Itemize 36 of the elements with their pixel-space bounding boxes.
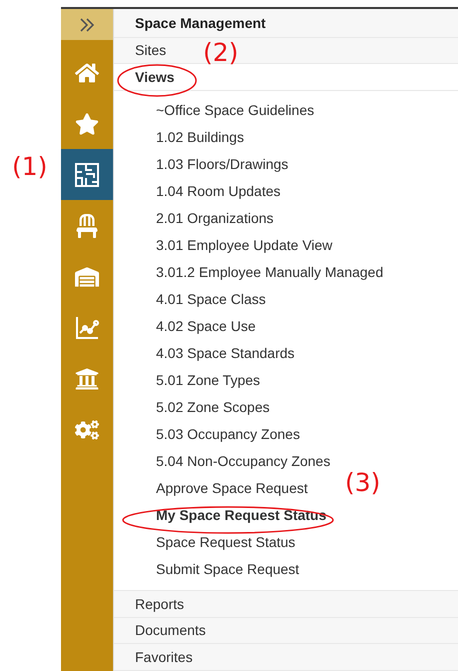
menu-item[interactable]: 1.04 Room Updates: [156, 178, 281, 205]
menu-item[interactable]: 5.02 Zone Scopes: [156, 394, 270, 421]
menu-section[interactable]: Reports: [114, 590, 458, 618]
menu-item[interactable]: 5.03 Occupancy Zones: [156, 420, 300, 448]
floor-plan-icon: [74, 162, 100, 188]
home-icon: [75, 60, 99, 84]
warehouse-icon: [75, 264, 99, 288]
chair-icon: [75, 214, 99, 238]
menu-item[interactable]: 4.01 Space Class: [156, 286, 266, 313]
menu-item[interactable]: 1.02 Buildings: [156, 124, 244, 151]
menu-item[interactable]: 3.01 Employee Update View: [156, 232, 332, 259]
menu-item[interactable]: My Space Request Status: [156, 502, 326, 529]
star-icon: [75, 112, 99, 136]
expand-button[interactable]: [61, 9, 113, 40]
menu-item[interactable]: 5.04 Non-Occupancy Zones: [156, 448, 330, 475]
gears-icon: [75, 418, 99, 442]
menu-section[interactable]: Documents: [114, 618, 458, 644]
menu-title: Space Management: [114, 9, 458, 38]
menu-item[interactable]: Submit Space Request: [156, 556, 300, 583]
annotation-label: (2): [203, 38, 238, 67]
menu-item[interactable]: 5.01 Zone Types: [156, 366, 260, 394]
annotation-label: (3): [345, 468, 380, 497]
menu-item[interactable]: 3.01.2 Employee Manually Managed: [156, 258, 384, 286]
menu-item[interactable]: Approve Space Request: [156, 474, 308, 502]
annotation-label: (1): [12, 152, 48, 181]
line-chart-icon: [74, 314, 100, 340]
sidebar-button[interactable]: [61, 149, 113, 200]
menu-item[interactable]: 4.02 Space Use: [156, 312, 256, 340]
menu-item[interactable]: ~Office Space Guidelines: [156, 96, 314, 124]
menu-section[interactable]: Favorites: [114, 644, 458, 671]
menu-item[interactable]: Space Request Status: [156, 528, 296, 556]
menu-item[interactable]: 1.03 Floors/Drawings: [156, 150, 288, 178]
menu-item[interactable]: 2.01 Organizations: [156, 204, 274, 232]
menu-item[interactable]: 4.03 Space Standards: [156, 340, 295, 367]
double-chevron-icon: [79, 18, 95, 32]
building-icon: [75, 366, 99, 390]
